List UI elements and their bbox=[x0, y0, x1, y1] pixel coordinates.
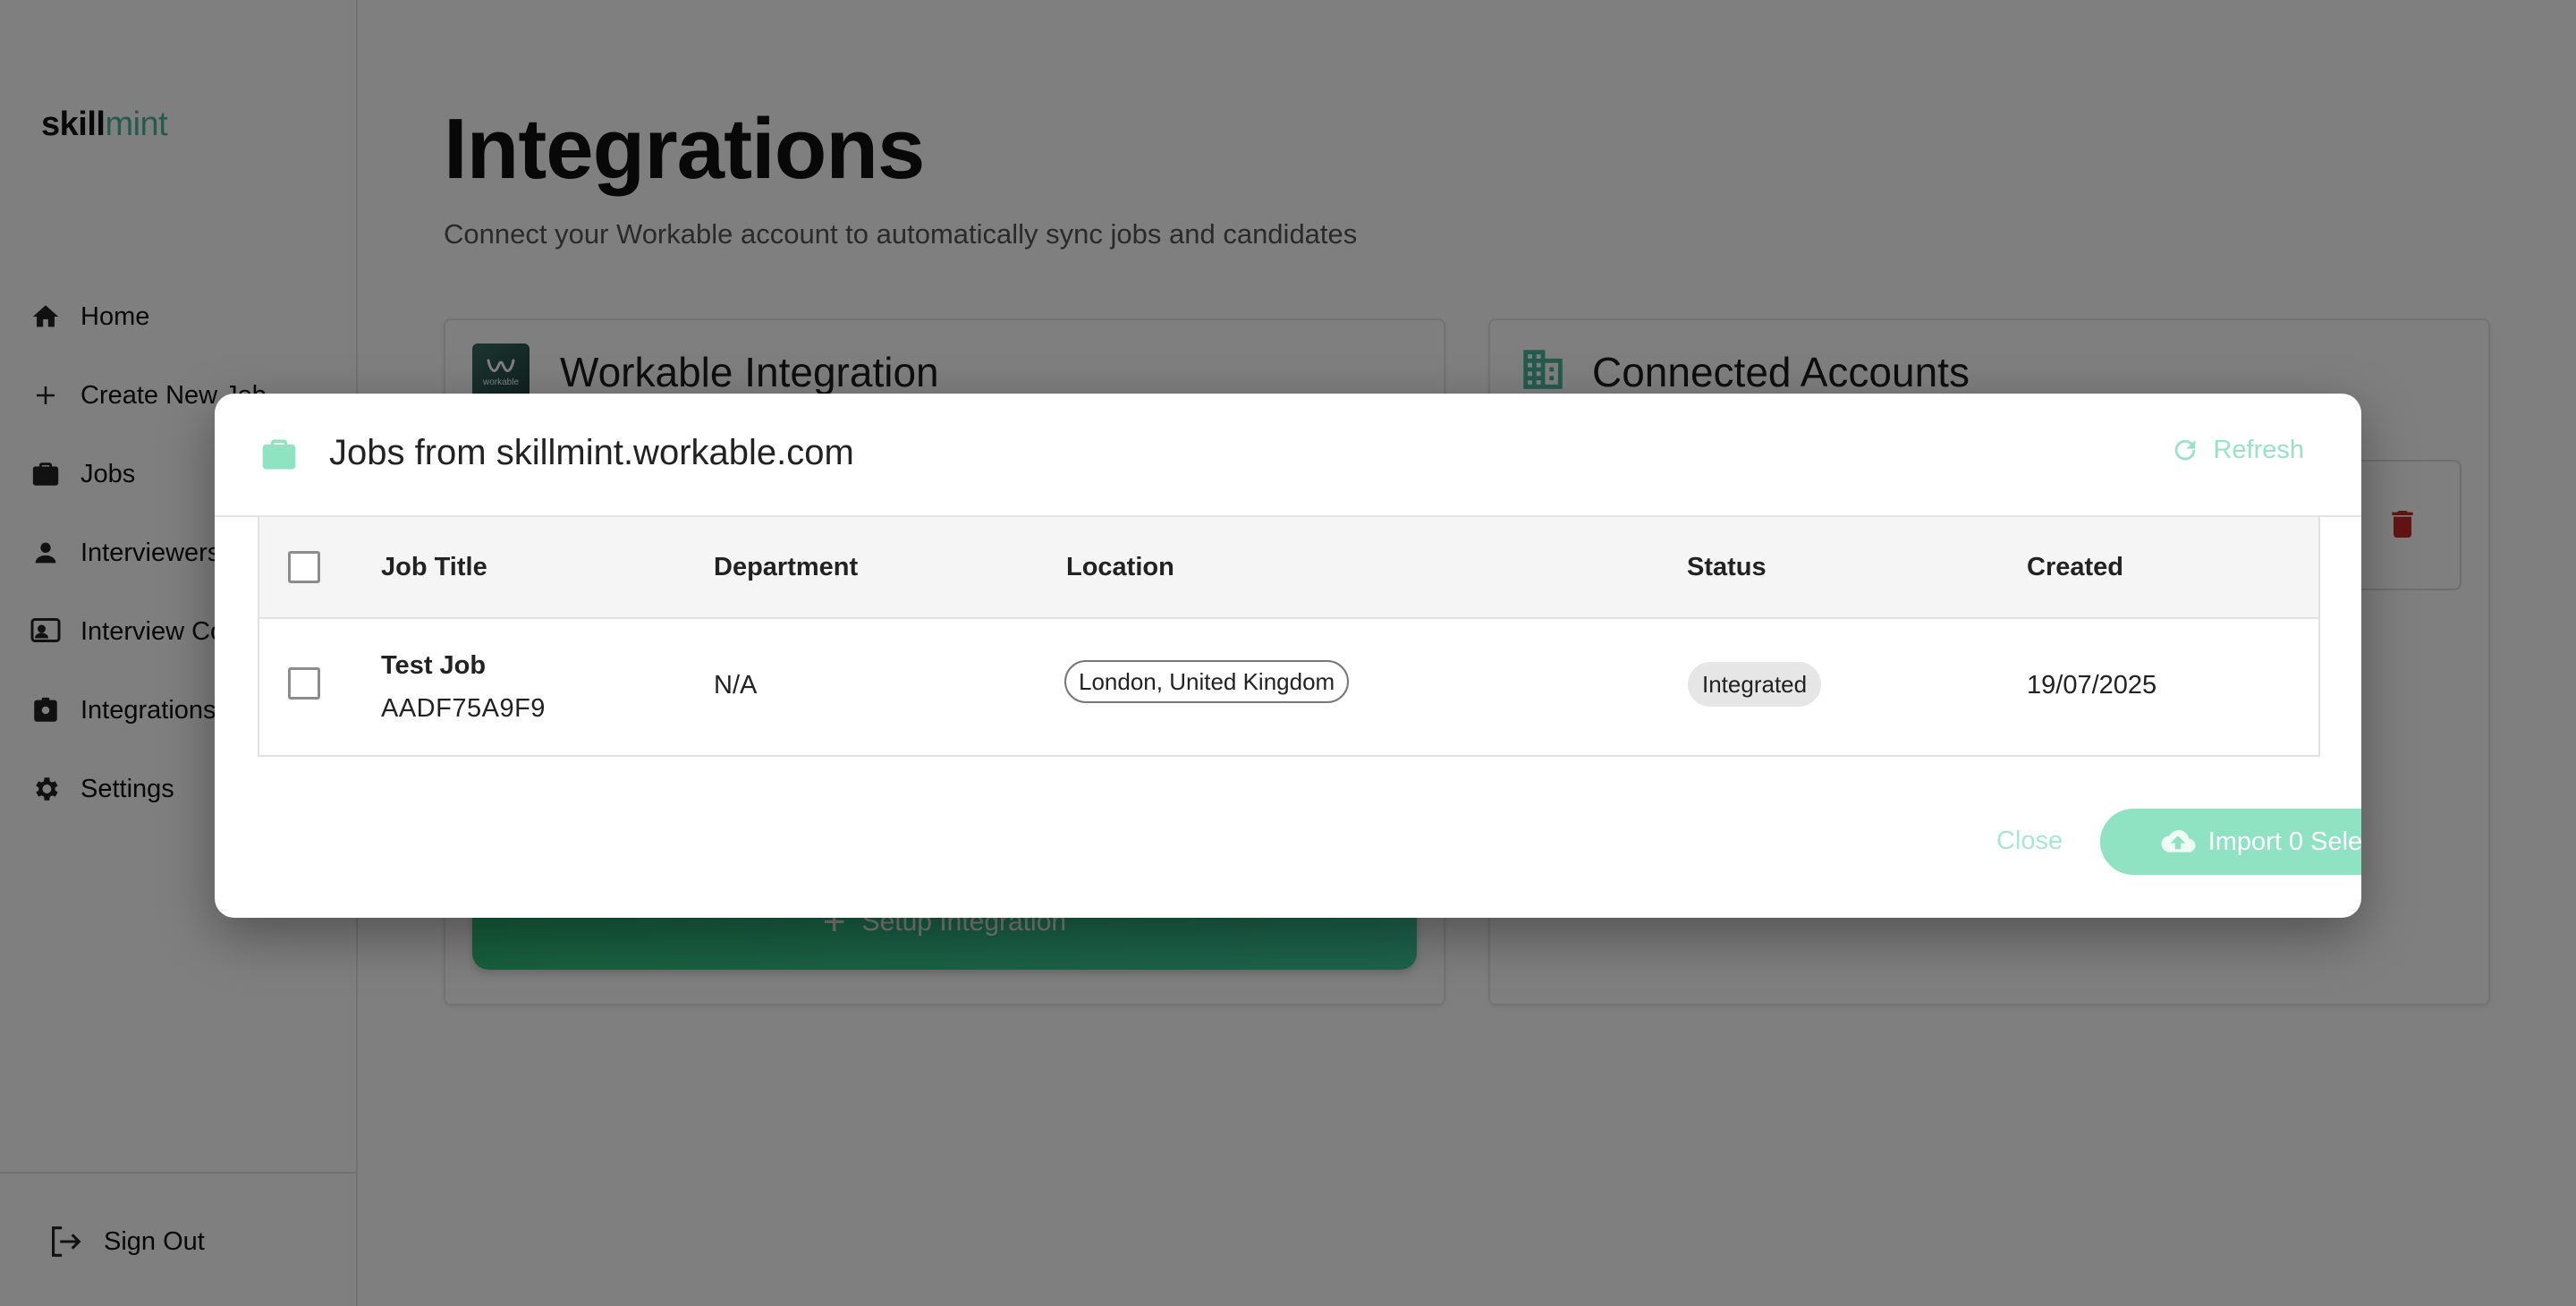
location-chip: London, United Kingdom bbox=[1064, 660, 1350, 703]
close-button[interactable]: Close bbox=[1996, 827, 2063, 856]
column-header-job-title[interactable]: Job Title bbox=[381, 553, 487, 582]
import-selected-jobs-button[interactable]: Import 0 Selected Jobs bbox=[2100, 809, 2361, 875]
cloud-upload-icon bbox=[2161, 830, 2196, 852]
column-header-location[interactable]: Location bbox=[1066, 553, 1174, 582]
briefcase-icon bbox=[259, 435, 299, 479]
job-department: N/A bbox=[714, 671, 758, 700]
column-header-status[interactable]: Status bbox=[1687, 553, 1767, 582]
table-header: Job Title Department Location Status Cre… bbox=[259, 517, 2318, 619]
jobs-modal: Jobs from skillmint.workable.com Refresh… bbox=[215, 394, 2361, 918]
jobs-table: Job Title Department Location Status Cre… bbox=[258, 517, 2320, 757]
column-header-created[interactable]: Created bbox=[2027, 553, 2123, 582]
job-title: Test Job bbox=[381, 651, 487, 680]
refresh-button[interactable]: Refresh bbox=[2170, 435, 2304, 465]
column-header-department[interactable]: Department bbox=[714, 553, 858, 582]
modal-title: Jobs from skillmint.workable.com bbox=[329, 433, 854, 472]
status-badge: Integrated bbox=[1688, 662, 1822, 707]
refresh-label: Refresh bbox=[2213, 435, 2304, 464]
job-created-date: 19/07/2025 bbox=[2027, 671, 2157, 700]
row-checkbox[interactable] bbox=[288, 667, 320, 700]
import-label: Import 0 Selected Jobs bbox=[2207, 827, 2361, 856]
refresh-icon bbox=[2175, 439, 2196, 461]
select-all-checkbox[interactable] bbox=[288, 551, 320, 583]
job-id: AADF75A9F9 bbox=[381, 694, 546, 723]
modal-header: Jobs from skillmint.workable.com Refresh bbox=[215, 394, 2361, 517]
